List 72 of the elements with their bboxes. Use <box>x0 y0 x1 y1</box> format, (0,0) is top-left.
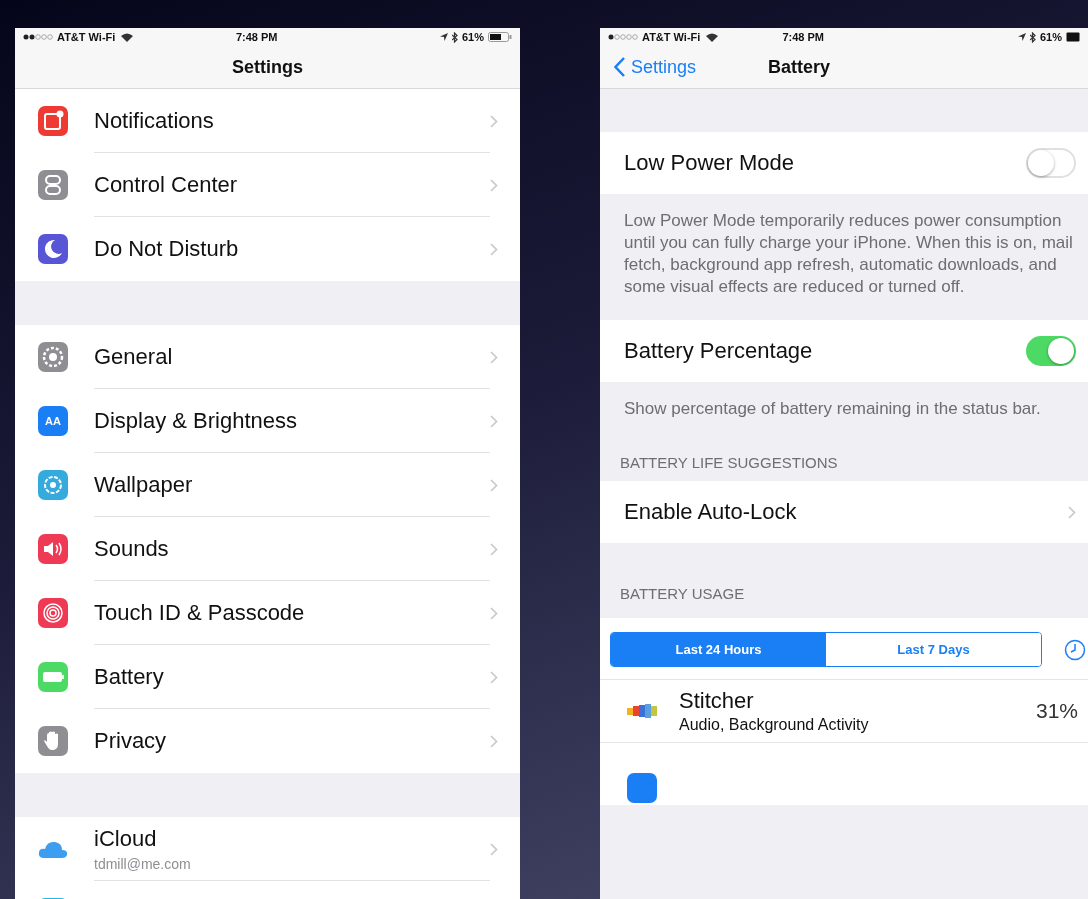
location-icon <box>439 33 448 41</box>
settings-row[interactable]: Sounds <box>15 517 520 581</box>
battery-icon <box>488 32 512 42</box>
row-label: iCloud <box>94 825 158 852</box>
footer-note: Show percentage of battery remaining in the status bar. <box>623 398 1042 420</box>
bluetooth-icon <box>1029 31 1036 43</box>
text-size-icon: AA <box>38 406 68 436</box>
chevron-icon <box>490 542 498 556</box>
carrier-text: AT&T Wi-Fi <box>642 31 701 43</box>
location-icon <box>1017 33 1026 41</box>
footer-note: Low Power Mode temporarily reduces power consumption until you can fully charge your iPhone. When this is on, mail fetch, background app refresh, automatic downloads, and some visual effects are reduced or turned off. <box>623 210 1074 298</box>
settings-row[interactable]: Wallpaper <box>15 453 520 517</box>
chevron-icon <box>490 414 498 428</box>
battery-icon <box>1066 32 1080 42</box>
back-chevron-icon <box>614 57 625 77</box>
settings-row[interactable]: AA Display & Brightness <box>15 389 520 453</box>
row-label: Do Not Disturb <box>94 236 240 262</box>
app-name: Stitcher <box>679 688 755 714</box>
settings-row[interactable]: Privacy <box>15 709 520 773</box>
status-time: 7:48 PM <box>234 31 279 43</box>
row-label: Sounds <box>94 535 170 562</box>
chevron-icon <box>1068 505 1076 519</box>
wifi-icon <box>121 32 134 42</box>
signal-icon <box>23 34 53 40</box>
row-label: Privacy <box>94 728 168 754</box>
row-label: Battery Percentage <box>624 338 813 364</box>
row-label: Display & Brightness <box>94 407 298 434</box>
carrier-text: AT&T Wi-Fi <box>57 31 116 43</box>
section-header: BATTERY USAGE <box>619 584 746 604</box>
chevron-icon <box>490 670 498 684</box>
stripes-icon <box>627 703 657 719</box>
chevron-icon <box>490 350 498 364</box>
chevron-icon <box>490 242 498 256</box>
chevron-icon <box>490 606 498 620</box>
settings-row[interactable]: Do Not Disturb <box>15 217 520 281</box>
settings-row[interactable]: Enable Auto-Lock <box>600 481 1088 543</box>
row-label: Enable Auto-Lock <box>624 499 797 525</box>
settings-row[interactable]: Control Center <box>15 153 520 217</box>
toggle-switch[interactable] <box>1026 148 1076 178</box>
chevron-icon <box>490 478 498 492</box>
back-button[interactable]: Settings <box>614 56 697 78</box>
screen-title: Settings <box>232 56 303 78</box>
chevron-icon <box>490 178 498 192</box>
row-label: Touch ID & Passcode <box>94 599 306 626</box>
section-header: BATTERY LIFE SUGGESTIONS <box>619 453 839 473</box>
row-label: Notifications <box>94 107 215 134</box>
account-email: tdmill@me.com <box>94 855 192 872</box>
settings-row[interactable]: Touch ID & Passcode <box>15 581 520 645</box>
row-label: Control Center <box>94 171 239 198</box>
chevron-icon <box>490 114 498 128</box>
app-icon <box>627 773 657 803</box>
row-label: General <box>94 343 174 370</box>
battery-percent: 61% <box>461 31 484 43</box>
clock-icon[interactable] <box>1064 638 1086 661</box>
row-label: Battery <box>94 663 165 690</box>
row-label: Wallpaper <box>94 471 194 498</box>
settings-row[interactable]: Notifications <box>15 89 520 153</box>
bluetooth-icon <box>451 31 458 43</box>
chevron-icon <box>490 842 498 856</box>
app-activity: Audio, Background Activity <box>679 716 870 734</box>
wifi-icon <box>706 32 719 42</box>
battery-percent: 61% <box>1039 31 1062 43</box>
segment-tab[interactable]: Last 24 Hours <box>611 633 826 666</box>
toggle-switch[interactable] <box>1026 336 1076 366</box>
row-label: Low Power Mode <box>624 150 794 176</box>
screen-title: Battery <box>768 56 831 78</box>
signal-icon <box>608 34 638 40</box>
usage-percent: 31% <box>1035 699 1078 723</box>
status-time: 7:48 PM <box>781 31 825 43</box>
chevron-icon <box>490 734 498 748</box>
settings-row[interactable]: Battery <box>15 645 520 709</box>
settings-row[interactable]: General <box>15 325 520 389</box>
